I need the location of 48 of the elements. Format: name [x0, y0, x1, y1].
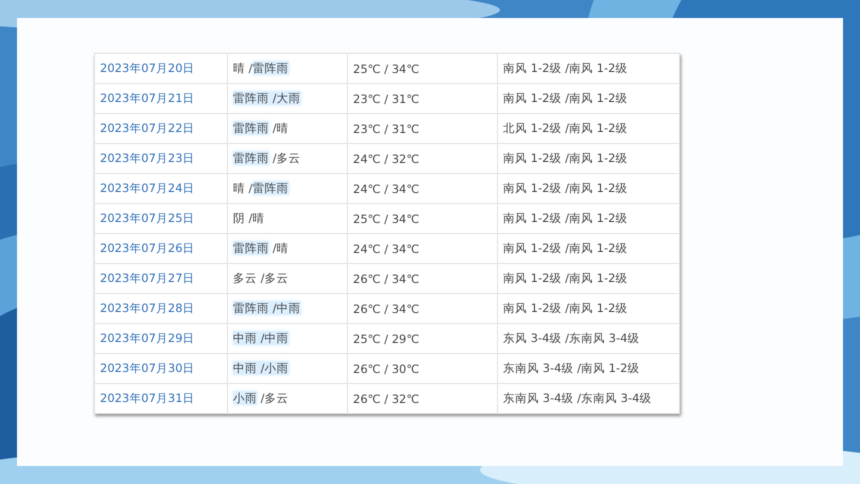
- table-cell: 晴 /雷阵雨: [228, 54, 348, 84]
- date-link[interactable]: 2023年07月25日: [94, 204, 228, 234]
- date-link[interactable]: 2023年07月30日: [94, 354, 228, 384]
- table-cell: 26℃ / 30℃: [348, 354, 498, 384]
- table-cell: 南风 1-2级 /南风 1-2级: [498, 204, 680, 234]
- table-cell: 25℃ / 34℃: [348, 204, 498, 234]
- table-cell: 南风 1-2级 /南风 1-2级: [498, 84, 680, 114]
- date-link[interactable]: 2023年07月31日: [94, 384, 228, 414]
- table-cell: 小雨 /多云: [228, 384, 348, 414]
- date-link[interactable]: 2023年07月27日: [94, 264, 228, 294]
- date-link[interactable]: 2023年07月21日: [94, 84, 228, 114]
- table-cell: 阴 /晴: [228, 204, 348, 234]
- table-cell: 25℃ / 34℃: [348, 54, 498, 84]
- date-link[interactable]: 2023年07月28日: [94, 294, 228, 324]
- table-cell: 北风 1-2级 /南风 1-2级: [498, 114, 680, 144]
- table-cell: 雷阵雨 /晴: [228, 114, 348, 144]
- date-link[interactable]: 2023年07月24日: [94, 174, 228, 204]
- table-cell: 晴 /雷阵雨: [228, 174, 348, 204]
- table-cell: 26℃ / 34℃: [348, 294, 498, 324]
- table-cell: 南风 1-2级 /南风 1-2级: [498, 264, 680, 294]
- table-cell: 中雨 /小雨: [228, 354, 348, 384]
- table-cell: 东南风 3-4级 /东南风 3-4级: [498, 384, 680, 414]
- table-cell: 23℃ / 31℃: [348, 84, 498, 114]
- table-cell: 东风 3-4级 /东南风 3-4级: [498, 324, 680, 354]
- table-cell: 南风 1-2级 /南风 1-2级: [498, 54, 680, 84]
- date-link[interactable]: 2023年07月22日: [94, 114, 228, 144]
- table-cell: 南风 1-2级 /南风 1-2级: [498, 294, 680, 324]
- table-cell: 南风 1-2级 /南风 1-2级: [498, 234, 680, 264]
- table-cell: 25℃ / 29℃: [348, 324, 498, 354]
- table-cell: 东南风 3-4级 /南风 1-2级: [498, 354, 680, 384]
- table-cell: 雷阵雨 /多云: [228, 144, 348, 174]
- table-cell: 24℃ / 34℃: [348, 234, 498, 264]
- table-cell: 雷阵雨 /晴: [228, 234, 348, 264]
- table-cell: 23℃ / 31℃: [348, 114, 498, 144]
- date-link[interactable]: 2023年07月20日: [94, 54, 228, 84]
- date-link[interactable]: 2023年07月23日: [94, 144, 228, 174]
- table-cell: 26℃ / 32℃: [348, 384, 498, 414]
- table-cell: 多云 /多云: [228, 264, 348, 294]
- table-cell: 南风 1-2级 /南风 1-2级: [498, 174, 680, 204]
- table-cell: 24℃ / 34℃: [348, 174, 498, 204]
- date-link[interactable]: 2023年07月26日: [94, 234, 228, 264]
- table-cell: 雷阵雨 /大雨: [228, 84, 348, 114]
- table-cell: 26℃ / 34℃: [348, 264, 498, 294]
- table-cell: 南风 1-2级 /南风 1-2级: [498, 144, 680, 174]
- date-link[interactable]: 2023年07月29日: [94, 324, 228, 354]
- table-cell: 中雨 /中雨: [228, 324, 348, 354]
- table-cell: 24℃ / 32℃: [348, 144, 498, 174]
- table-cell: 雷阵雨 /中雨: [228, 294, 348, 324]
